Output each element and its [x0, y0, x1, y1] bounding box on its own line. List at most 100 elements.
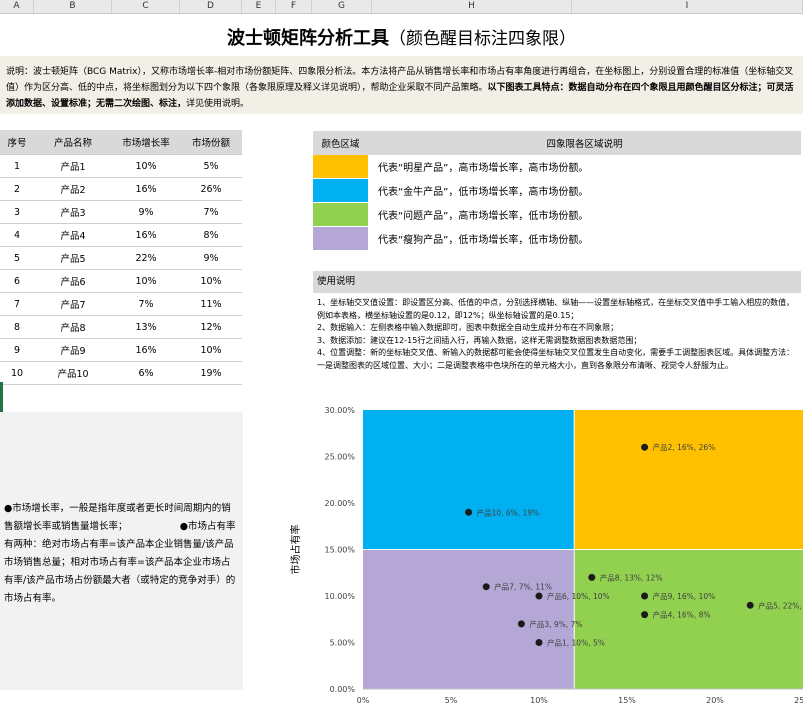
legend-text[interactable]: 代表“问题产品”，高市场增长率，低市场份额。 [368, 207, 588, 222]
quadrant-top-left [363, 410, 575, 550]
data-label: 产品8, 13%, 12% [600, 572, 663, 582]
data-point[interactable] [482, 583, 490, 591]
legend-swatch[interactable] [313, 203, 368, 226]
y-tick-label: 20.00% [324, 499, 355, 508]
column-header-i[interactable]: I [572, 0, 803, 13]
usage-body[interactable]: 1、坐标轴交叉值设置：即设置区分高、低值的中点，分别选择横轴、纵轴——设置坐标轴… [313, 293, 801, 369]
cell-growth[interactable]: 16% [112, 177, 180, 201]
usage-line-3: 3、数据添加：建议在12-15行之间插入行，再输入数据，这样无需调整数据图表数据… [317, 335, 642, 345]
column-header-b[interactable]: B [34, 0, 112, 13]
column-header-g[interactable]: G [312, 0, 372, 13]
usage-line-4: 4、位置调整：新的坐标轴交叉值、新输入的数据都可能会使得坐标轴交叉位置发生自动变… [317, 348, 795, 369]
x-tick-label: 10% [530, 696, 548, 705]
description-box[interactable]: 说明：波士顿矩阵（BCG Matrix），又称市场增长率-相对市场份额矩阵、四象… [0, 56, 803, 114]
cell-index[interactable]: 9 [0, 338, 34, 362]
cell-product[interactable]: 产品2 [34, 177, 112, 201]
cell-product[interactable]: 产品5 [34, 246, 112, 270]
cell-share[interactable]: 9% [180, 246, 242, 270]
cell-growth[interactable]: 22% [112, 246, 180, 270]
data-point[interactable] [641, 592, 649, 600]
header-share[interactable]: 市场份额 [180, 130, 242, 155]
cell-index[interactable]: 1 [0, 154, 34, 178]
data-point[interactable] [746, 601, 754, 609]
header-index[interactable]: 序号 [0, 130, 34, 155]
cell-share[interactable]: 12% [180, 315, 242, 339]
cell-share[interactable]: 7% [180, 200, 242, 224]
data-point[interactable] [535, 639, 543, 646]
cell-index[interactable]: 4 [0, 223, 34, 247]
cell-share[interactable]: 11% [180, 292, 242, 316]
cell-product[interactable]: 产品7 [34, 292, 112, 316]
column-header-bar: A B C D E F G H I [0, 0, 803, 14]
cell-share[interactable]: 10% [180, 338, 242, 362]
column-header-f[interactable]: F [276, 0, 312, 13]
table-row: 5 产品5 22% 9% [0, 246, 242, 270]
cell-growth[interactable]: 9% [112, 200, 180, 224]
selection-marker [0, 382, 3, 412]
data-point[interactable] [588, 573, 596, 581]
x-tick-label: 0% [357, 696, 370, 705]
cell-growth[interactable]: 6% [112, 361, 180, 385]
header-growth[interactable]: 市场增长率 [112, 130, 180, 155]
legend-swatch[interactable] [313, 179, 368, 202]
cell-product[interactable]: 产品8 [34, 315, 112, 339]
data-point[interactable] [641, 611, 649, 619]
cell-growth[interactable]: 16% [112, 223, 180, 247]
column-header-a[interactable]: A [0, 0, 34, 13]
quadrant-top-right [574, 410, 803, 550]
column-header-e[interactable]: E [242, 0, 276, 13]
cell-growth[interactable]: 16% [112, 338, 180, 362]
cell-product[interactable]: 产品4 [34, 223, 112, 247]
y-tick-label: 10.00% [324, 592, 355, 601]
legend-text[interactable]: 代表“明星产品”，高市场增长率，高市场份额。 [368, 159, 588, 174]
cell-growth[interactable]: 7% [112, 292, 180, 316]
cell-index[interactable]: 8 [0, 315, 34, 339]
cell-index[interactable]: 2 [0, 177, 34, 201]
usage-line-2: 2、数据输入：左侧表格中输入数据即可，图表中数据全自动生成并分布在不同象限； [317, 323, 619, 332]
data-point[interactable] [465, 508, 473, 516]
cell-share[interactable]: 10% [180, 269, 242, 293]
legend-swatch[interactable] [313, 155, 368, 178]
cell-index[interactable]: 5 [0, 246, 34, 270]
bcg-chart[interactable]: 0.00% 5.00% 10.00% 15.00% 20.00% 25.00% 30.00%… [243, 398, 803, 712]
data-point[interactable] [535, 592, 543, 600]
cell-index[interactable]: 10 [0, 361, 34, 385]
cell-index[interactable]: 6 [0, 269, 34, 293]
cell-product[interactable]: 产品3 [34, 200, 112, 224]
legend-header-desc[interactable]: 四象限各区域说明 [368, 136, 801, 150]
cell-growth[interactable]: 10% [112, 154, 180, 178]
cell-product[interactable]: 产品1 [34, 154, 112, 178]
legend-text[interactable]: 代表“瘦狗产品”，低市场增长率，低市场份额。 [368, 231, 588, 246]
cell-product[interactable]: 产品10 [34, 361, 112, 385]
table-row: 4 产品4 16% 8% [0, 223, 242, 247]
usage-box: 使用说明 1、坐标轴交叉值设置：即设置区分高、低值的中点，分别选择横轴、纵轴——… [313, 271, 801, 369]
cell-index[interactable]: 3 [0, 200, 34, 224]
legend-row: 代表“瘦狗产品”，低市场增长率，低市场份额。 [313, 227, 801, 251]
cell-growth[interactable]: 10% [112, 269, 180, 293]
cell-share[interactable]: 8% [180, 223, 242, 247]
quadrant-legend: 颜色区域 四象限各区域说明 代表“明星产品”，高市场增长率，高市场份额。 代表“金… [313, 131, 801, 251]
legend-swatch[interactable] [313, 227, 368, 250]
x-tick-label: 15% [618, 696, 636, 705]
cell-product[interactable]: 产品9 [34, 338, 112, 362]
header-product[interactable]: 产品名称 [34, 130, 112, 155]
data-point[interactable] [641, 443, 649, 451]
legend-header-color[interactable]: 颜色区域 [313, 136, 368, 150]
data-label: 产品10, 6%, 19% [477, 507, 540, 517]
cell-product[interactable]: 产品6 [34, 269, 112, 293]
data-point[interactable] [517, 620, 525, 628]
legend-text[interactable]: 代表“金牛产品”，低市场增长率，高市场份额。 [368, 183, 588, 198]
column-header-c[interactable]: C [112, 0, 180, 13]
cell-share[interactable]: 26% [180, 177, 242, 201]
data-label: 产品1, 10%, 5% [547, 638, 605, 648]
table-row: 6 产品6 10% 10% [0, 269, 242, 293]
column-header-d[interactable]: D [180, 0, 242, 13]
cell-share[interactable]: 5% [180, 154, 242, 178]
cell-growth[interactable]: 13% [112, 315, 180, 339]
cell-share[interactable]: 19% [180, 361, 242, 385]
usage-title[interactable]: 使用说明 [313, 271, 801, 293]
note-box[interactable]: ●市场增长率，一般是指年度或者更长时间周期内的销售额增长率或销售量增长率； ●市… [0, 412, 243, 690]
table-row: 9 产品9 16% 10% [0, 338, 242, 362]
cell-index[interactable]: 7 [0, 292, 34, 316]
column-header-h[interactable]: H [372, 0, 572, 13]
